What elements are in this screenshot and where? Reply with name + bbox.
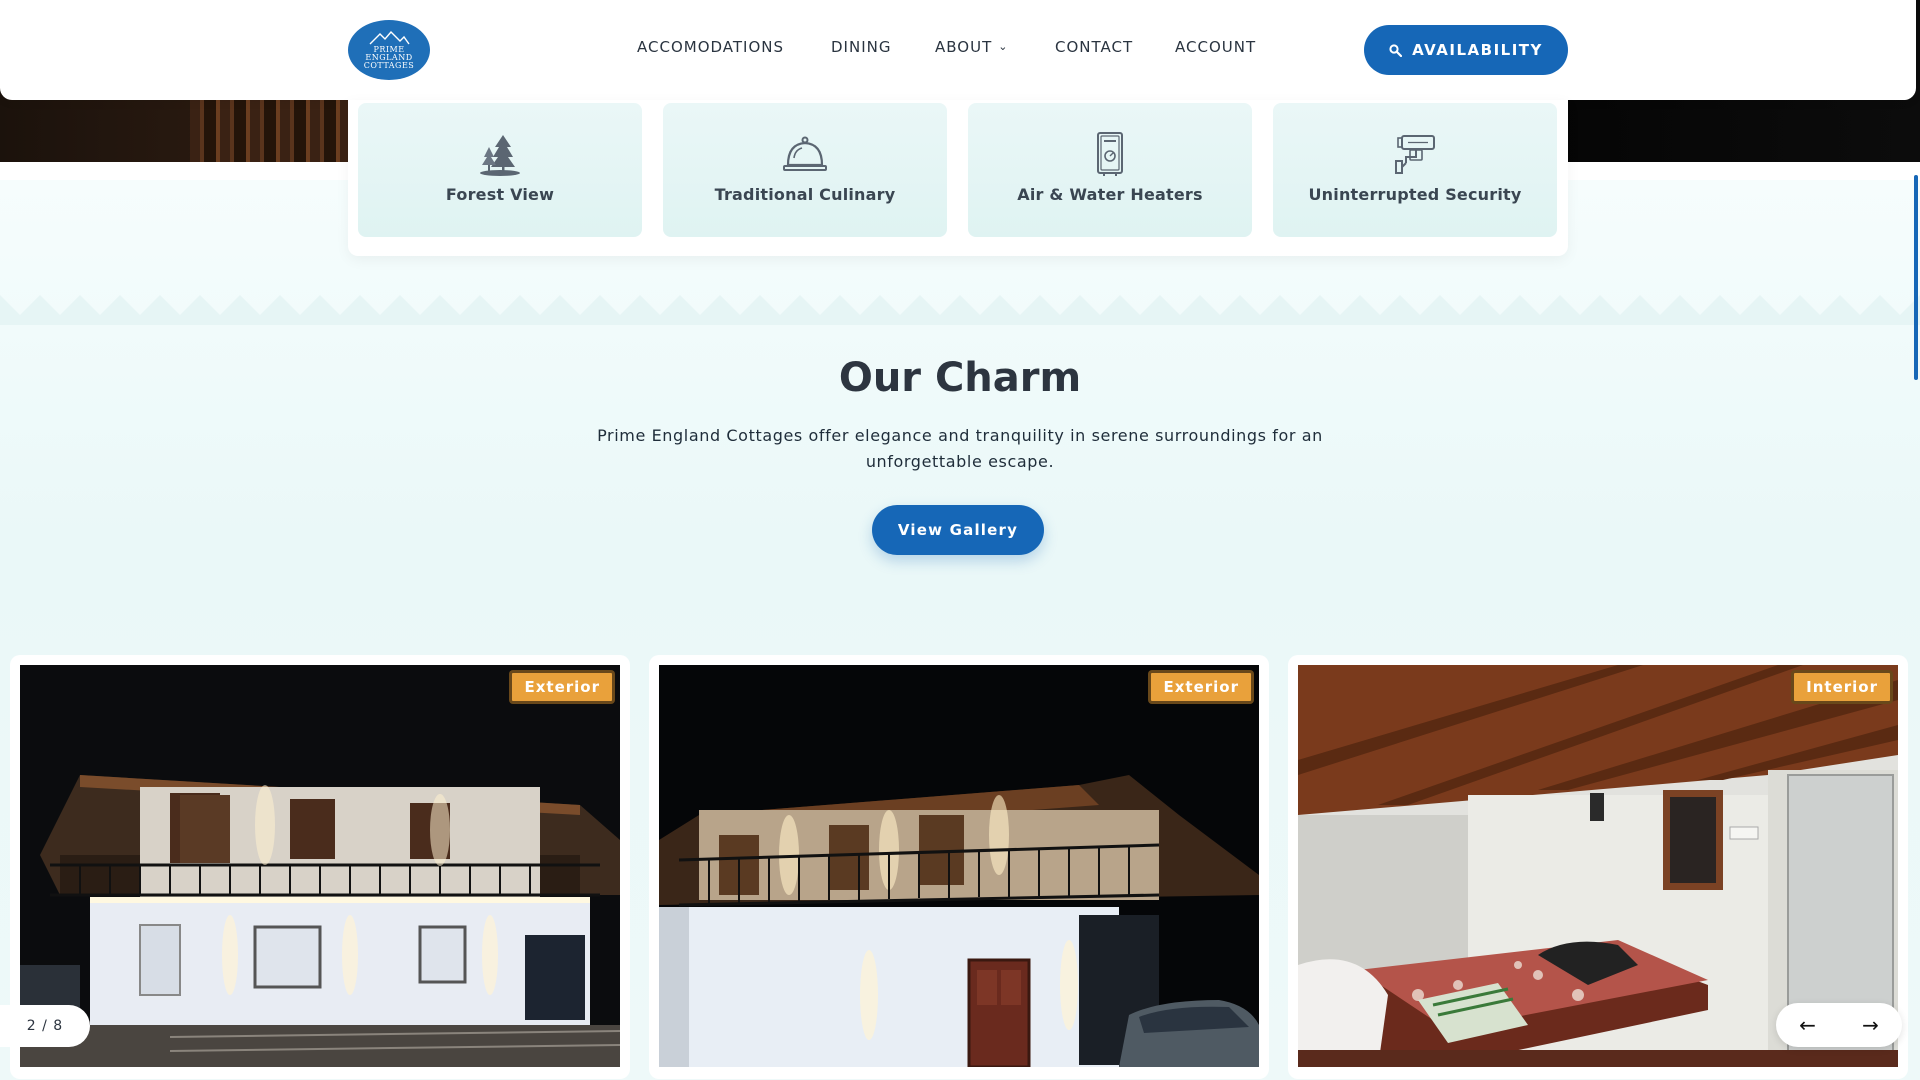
category-badge: Exterior [509,670,615,704]
service-bell-icon [782,131,828,177]
zigzag-divider [0,295,1920,325]
arrow-right-icon[interactable]: → [1851,1013,1891,1037]
nav-accomodations[interactable]: ACCOMODATIONS [637,38,784,56]
nav-dining[interactable]: DINING [831,38,891,56]
slide-counter: 2 / 8 [0,1005,90,1047]
availability-button[interactable]: AVAILABILITY [1364,25,1568,75]
site-header: PRIME ENGLAND COTTAGES ACCOMODATIONS DIN… [0,0,1916,100]
gallery-photo [20,665,620,1067]
amenities-panel: Forest View Traditional Culinary Air & W… [348,100,1568,256]
nav-contact[interactable]: CONTACT [1055,38,1133,56]
amenity-label: Traditional Culinary [714,185,896,204]
amenity-card: Air & Water Heaters [968,103,1252,237]
main-nav: ACCOMODATIONS DINING ABOUT ⌄ CONTACT ACCO… [0,38,1920,62]
search-icon [1389,43,1403,57]
section-title: Our Charm [838,355,1082,401]
nav-about[interactable]: ABOUT ⌄ [935,38,1008,56]
category-badge: Exterior [1148,670,1254,704]
amenity-card: Traditional Culinary [663,103,947,237]
chevron-down-icon: ⌄ [998,40,1009,53]
nav-about-label: ABOUT [935,38,993,56]
nav-account[interactable]: ACCOUNT [1175,38,1256,56]
arrow-left-icon[interactable]: ← [1788,1013,1828,1037]
amenity-card: Forest View [358,103,642,237]
gallery-card[interactable]: Exterior [10,655,630,1079]
amenity-label: Air & Water Heaters [1017,185,1203,204]
forest-icon [477,131,523,177]
carousel-controls: ← → [1776,1003,1902,1047]
gallery-photo [659,665,1259,1067]
amenity-label: Forest View [445,185,555,204]
amenity-card: Uninterrupted Security [1273,103,1557,237]
section-description: Prime England Cottages offer elegance an… [597,426,1323,471]
hero-wood-detail [190,95,350,162]
category-badge: Interior [1791,670,1893,704]
amenity-label: Uninterrupted Security [1308,185,1522,204]
cctv-camera-icon [1392,131,1438,177]
view-gallery-button[interactable]: View Gallery [872,505,1044,555]
gallery-card[interactable]: Exterior [649,655,1269,1079]
page-scrollbar[interactable] [1914,175,1918,380]
availability-label: AVAILABILITY [1412,41,1543,59]
logo-text-line: COTTAGES [363,60,415,70]
water-heater-icon [1087,131,1133,177]
